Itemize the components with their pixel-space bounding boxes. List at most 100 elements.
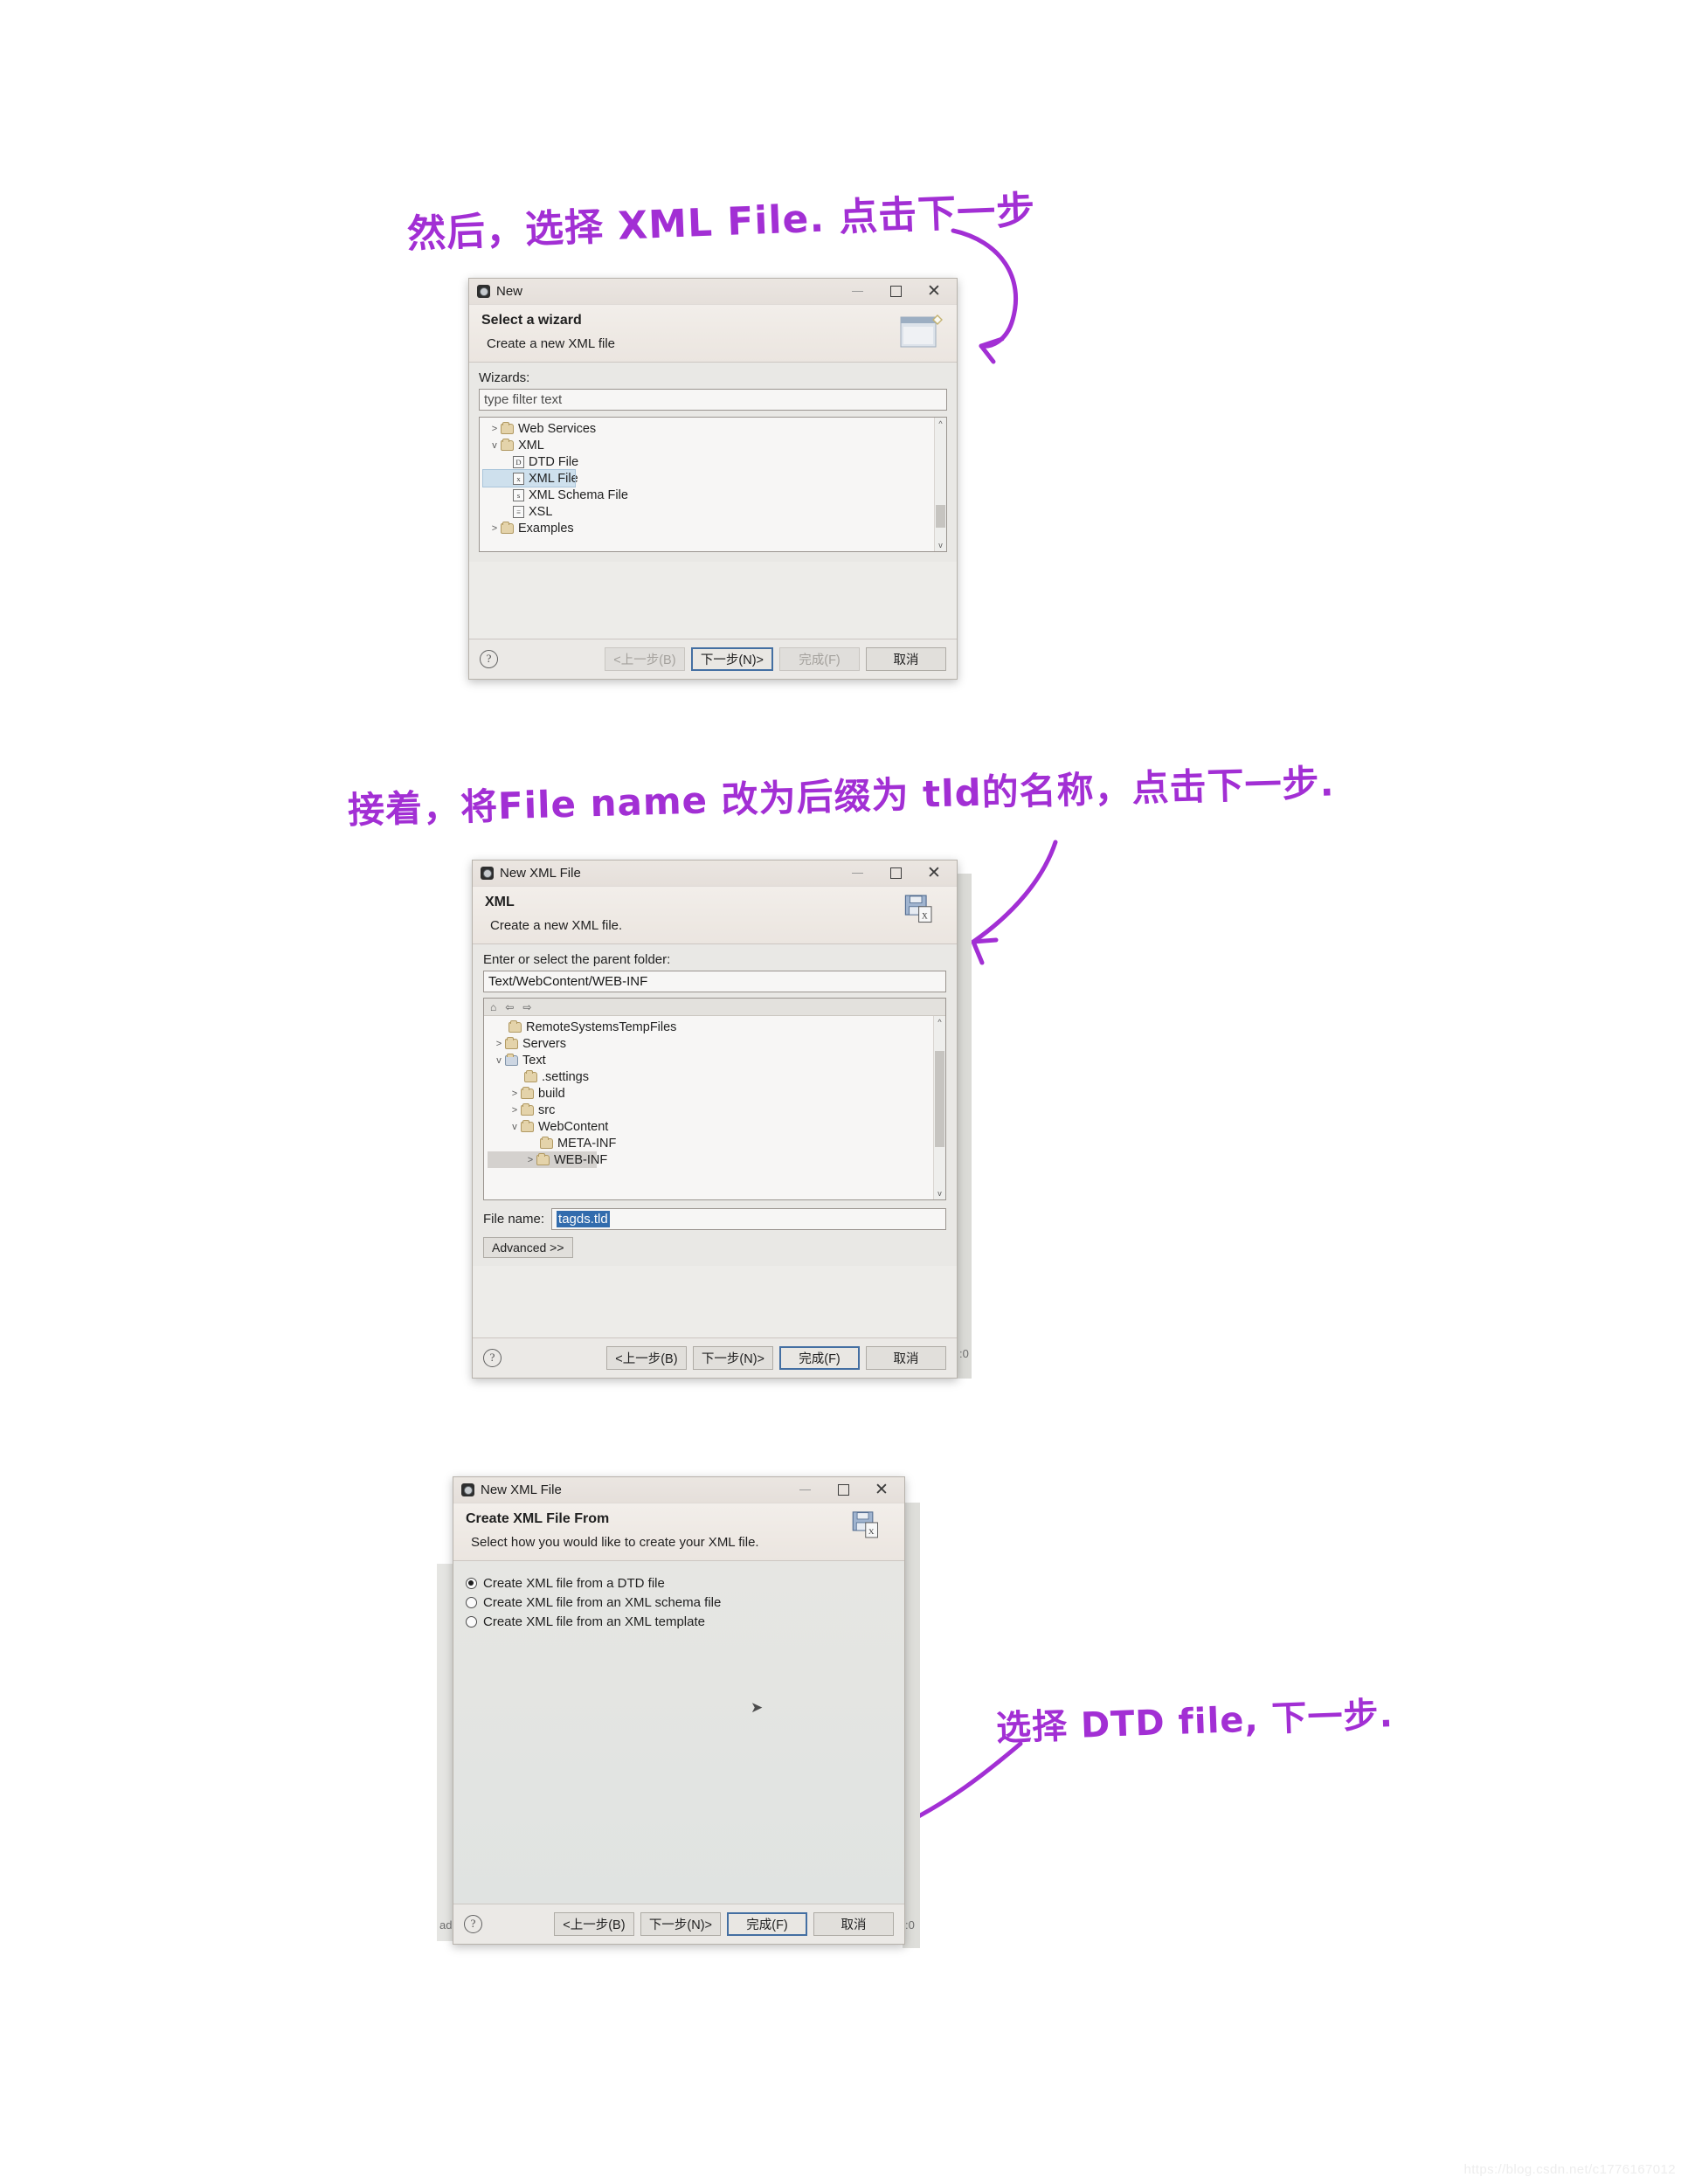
tree-label: Examples — [518, 521, 574, 536]
help-icon[interactable]: ? — [480, 650, 498, 668]
maximize-icon[interactable] — [876, 280, 915, 304]
radio-icon[interactable] — [466, 1577, 477, 1589]
cancel-button[interactable]: 取消 — [866, 1346, 946, 1370]
folder-tree-toolbar[interactable]: ⌂ ⇦ ⇨ — [484, 999, 945, 1016]
dialog2-head-title: XML — [485, 895, 515, 909]
help-icon[interactable]: ? — [483, 1349, 502, 1367]
dialog-create-xml-file-from[interactable]: New XML File ✕ Create XML File From Sele… — [453, 1476, 905, 1945]
wizard-filter-input[interactable]: type filter text — [479, 389, 947, 411]
tree-row-web-services[interactable]: > Web Services — [483, 420, 946, 437]
chevron-down-icon[interactable]: v — [488, 440, 501, 451]
chevron-down-icon[interactable]: v — [508, 1122, 521, 1132]
option-label: Create XML file from an XML schema file — [483, 1594, 722, 1610]
dialog2-button-bar: <上一步(B) 下一步(N)> 完成(F) 取消 — [605, 1346, 946, 1370]
home-icon[interactable]: ⌂ — [490, 1001, 496, 1013]
tree-row-xsl[interactable]: ≡ XSL — [483, 503, 946, 520]
tree-label: Web Services — [518, 421, 597, 436]
tree-row-webcontent[interactable]: v WebContent — [488, 1118, 945, 1135]
tree-row-build[interactable]: > build — [488, 1085, 945, 1102]
option-xml-template[interactable]: Create XML file from an XML template — [466, 1612, 892, 1631]
scroll-up-icon[interactable]: ^ — [934, 1016, 945, 1028]
tree-row-meta-inf[interactable]: META-INF — [488, 1135, 945, 1151]
scrollbar-thumb[interactable] — [935, 1051, 944, 1147]
back-arrow-icon[interactable]: ⇦ — [505, 1001, 514, 1013]
tree-label: Text — [522, 1053, 546, 1068]
tree-row-web-inf[interactable]: > WEB-INF — [488, 1151, 607, 1168]
tree-row-xml-file[interactable]: x XML File — [482, 469, 578, 487]
dialog1-titlebar[interactable]: New ✕ — [469, 279, 957, 305]
tree-row-text[interactable]: v Text — [488, 1052, 945, 1068]
tree-row-examples[interactable]: > Examples — [483, 520, 946, 536]
tree-label: XML Schema File — [529, 487, 628, 502]
chevron-right-icon[interactable]: > — [508, 1105, 521, 1116]
close-icon[interactable]: ✕ — [915, 280, 953, 304]
finish-button[interactable]: 完成(F) — [727, 1912, 807, 1936]
option-dtd-file[interactable]: Create XML file from a DTD file — [466, 1573, 892, 1593]
minimize-icon[interactable] — [838, 280, 876, 304]
back-button[interactable]: <上一步(B) — [553, 1912, 634, 1936]
dialog3-titlebar[interactable]: New XML File ✕ — [453, 1477, 904, 1503]
background-window-edge-right-2 — [958, 874, 972, 1379]
parent-folder-input[interactable]: Text/WebContent/WEB-INF — [483, 971, 946, 992]
help-icon[interactable]: ? — [464, 1915, 482, 1933]
maximize-icon[interactable] — [876, 861, 915, 886]
next-button[interactable]: 下一步(N)> — [640, 1912, 721, 1936]
tree-row-remotesystemstempfiles[interactable]: RemoteSystemsTempFiles — [488, 1019, 945, 1035]
advanced-button[interactable]: Advanced >> — [483, 1237, 573, 1258]
tree-row-xml[interactable]: v XML — [483, 437, 946, 453]
watermark: https://blog.csdn.net/c1776167012 — [1463, 2162, 1676, 2177]
wizard-tree-scrollbar[interactable]: ^ v — [934, 418, 946, 551]
back-button[interactable]: <上一步(B) — [605, 1346, 687, 1370]
radio-icon[interactable] — [466, 1596, 477, 1608]
minimize-icon[interactable] — [838, 861, 876, 886]
chevron-right-icon[interactable]: > — [488, 424, 501, 434]
radio-icon[interactable] — [466, 1615, 477, 1628]
tree-row-settings[interactable]: .settings — [488, 1068, 945, 1085]
finish-button[interactable]: 完成(F) — [779, 1346, 860, 1370]
scroll-down-icon[interactable]: v — [935, 539, 946, 551]
scroll-down-icon[interactable]: v — [934, 1187, 945, 1199]
option-xml-schema-file[interactable]: Create XML file from an XML schema file — [466, 1593, 892, 1612]
maximize-icon[interactable] — [824, 1478, 862, 1503]
minimize-icon[interactable] — [785, 1478, 824, 1503]
close-icon[interactable]: ✕ — [915, 861, 953, 886]
tree-row-xml-schema-file[interactable]: s XML Schema File — [483, 487, 946, 503]
annotation-note-1: 然后，选择 XML File. 点击下一步 — [406, 188, 1037, 257]
next-button[interactable]: 下一步(N)> — [692, 1346, 773, 1370]
folder-tree[interactable]: ⌂ ⇦ ⇨ RemoteSystemsTempFiles > Servers v… — [483, 998, 946, 1200]
annotation-note-2: 接着，将File name 改为后缀为 tld的名称，点击下一步. — [347, 761, 1336, 832]
finish-button[interactable]: 完成(F) — [779, 647, 860, 671]
wizard-tree[interactable]: > Web Services v XML D DTD File x XML Fi… — [479, 417, 947, 552]
dialog2-titlebar[interactable]: New XML File ✕ — [473, 860, 957, 887]
file-name-input[interactable]: tagds.tld — [551, 1208, 946, 1230]
chevron-down-icon[interactable]: v — [493, 1055, 505, 1066]
folder-icon — [536, 1152, 550, 1165]
chevron-right-icon[interactable]: > — [508, 1089, 521, 1099]
dialog-select-a-wizard[interactable]: New ✕ Select a wizard Create a new XML f… — [468, 278, 958, 680]
cancel-button[interactable]: 取消 — [813, 1912, 894, 1936]
tree-row-src[interactable]: > src — [488, 1102, 945, 1118]
folder-icon — [521, 1086, 534, 1099]
xml-file-save-icon: X — [852, 1511, 878, 1538]
scroll-up-icon[interactable]: ^ — [935, 418, 946, 430]
folder-icon — [505, 1036, 518, 1049]
dialog1-header: Select a wizard Create a new XML file — [469, 305, 957, 363]
chevron-right-icon[interactable]: > — [488, 523, 501, 534]
tree-row-servers[interactable]: > Servers — [488, 1035, 945, 1052]
chevron-right-icon[interactable]: > — [493, 1039, 505, 1049]
tree-row-dtd-file[interactable]: D DTD File — [483, 453, 946, 470]
back-button[interactable]: <上一步(B) — [604, 647, 685, 671]
file-name-value: tagds.tld — [557, 1211, 610, 1227]
file-name-label: File name: — [483, 1212, 545, 1227]
scrollbar-thumb[interactable] — [936, 505, 945, 528]
chevron-right-icon[interactable]: > — [524, 1155, 536, 1165]
folder-tree-scrollbar[interactable]: ^ v — [933, 1016, 945, 1199]
dialog1-title: New — [496, 284, 523, 299]
forward-arrow-icon[interactable]: ⇨ — [522, 1001, 531, 1013]
dialog1-footer: ? <上一步(B) 下一步(N)> 完成(F) 取消 — [469, 639, 957, 679]
cancel-button[interactable]: 取消 — [866, 647, 946, 671]
dialog-new-xml-file-location[interactable]: New XML File ✕ XML Create a new XML file… — [472, 860, 958, 1379]
next-button[interactable]: 下一步(N)> — [690, 647, 773, 671]
close-icon[interactable]: ✕ — [862, 1478, 901, 1503]
folder-icon — [501, 521, 514, 534]
